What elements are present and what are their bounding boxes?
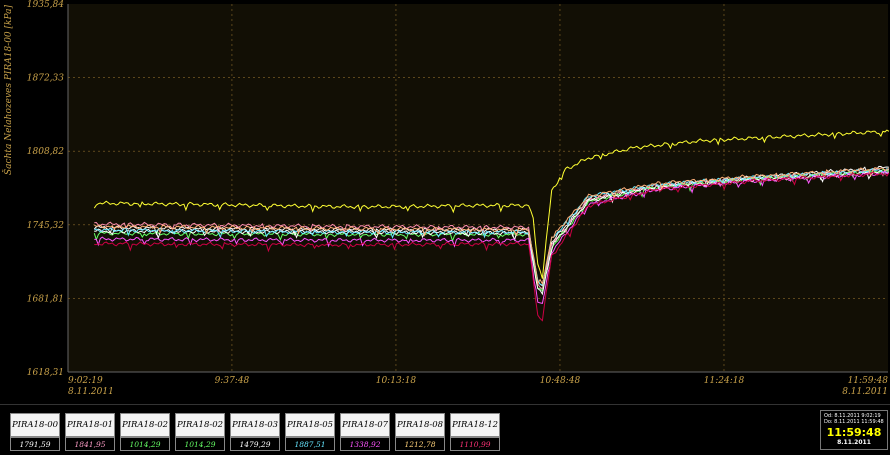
y-tick-label: 1872,33 [27, 74, 64, 84]
legend-series-name: PIRA18-00 [10, 413, 60, 437]
legend-item[interactable]: PIRA18-12 1110,99 [450, 413, 500, 451]
legend-series-value: 1791,59 [10, 437, 60, 451]
time-to: Do: 8.11.2011 11:59:48 [824, 419, 884, 425]
chart-area: 1935,84 1872,33 1808,82 1745,32 1681,81 1618,… [0, 0, 890, 404]
legend-item[interactable]: PIRA18-00 1791,59 [10, 413, 60, 451]
legend-series-name: PIRA18-07 [340, 413, 390, 437]
x-tick-label: 11:59:48 [848, 376, 889, 386]
legend-series-value: 1887,51 [285, 437, 335, 451]
legend-series-name: PIRA18-12 [450, 413, 500, 437]
trend-viewer: 1935,84 1872,33 1808,82 1745,32 1681,81 1618,… [0, 0, 890, 455]
time-range-box: Od: 8.11.2011 9:02:19 Do: 8.11.2011 11:5… [820, 410, 888, 450]
x-tick-label: 10:13:18 [376, 376, 417, 386]
legend-series-name: PIRA18-03 [230, 413, 280, 437]
x-tick-label: 11:24:18 [704, 376, 745, 386]
y-tick-label: 1618,31 [27, 368, 64, 378]
x-tick-date: 8.11.2011 [842, 387, 888, 397]
legend-series-name: PIRA18-05 [285, 413, 335, 437]
legend-series-value: 1338,92 [340, 437, 390, 451]
legend-item[interactable]: PIRA18-07 1338,92 [340, 413, 390, 451]
legend-series-value: 1841,95 [65, 437, 115, 451]
y-tick-label: 1745,32 [27, 221, 64, 231]
current-time: 11:59:48 [826, 426, 882, 439]
y-axis-label: Šachta Nelahozeves PIRA18-00 [kPa] [2, 5, 14, 176]
legend-series-value: 1212,78 [395, 437, 445, 451]
legend-item[interactable]: PIRA18-02 1014,29 [120, 413, 170, 451]
legend-item[interactable]: PIRA18-08 1212,78 [395, 413, 445, 451]
x-tick-date: 8.11.2011 [68, 387, 114, 397]
legend-bar: PIRA18-00 1791,59 PIRA18-01 1841,95 PIRA18-0… [0, 404, 890, 455]
x-tick-label: 9:02:19 [68, 376, 103, 386]
legend-series-name: PIRA18-02 [120, 413, 170, 437]
legend-series-name: PIRA18-01 [65, 413, 115, 437]
pressure-chart[interactable]: 1935,84 1872,33 1808,82 1745,32 1681,81 1618,… [0, 0, 890, 404]
current-date: 8.11.2011 [837, 439, 871, 446]
legend-series-value: 1014,29 [120, 437, 170, 451]
legend-item[interactable]: PIRA18-03 1479,29 [230, 413, 280, 451]
x-tick-label: 10:48:48 [540, 376, 581, 386]
y-tick-label: 1808,82 [27, 147, 64, 157]
legend-item[interactable]: PIRA18-02 1014,29 [175, 413, 225, 451]
legend-series-value: 1479,29 [230, 437, 280, 451]
legend-item[interactable]: PIRA18-01 1841,95 [65, 413, 115, 451]
plot-background [68, 4, 888, 372]
legend-item[interactable]: PIRA18-05 1887,51 [285, 413, 335, 451]
legend-series-value: 1110,99 [450, 437, 500, 451]
legend-series-name: PIRA18-02 [175, 413, 225, 437]
legend-series-name: PIRA18-08 [395, 413, 445, 437]
y-tick-label: 1681,81 [27, 294, 64, 304]
legend-series-value: 1014,29 [175, 437, 225, 451]
x-tick-label: 9:37:48 [215, 376, 250, 386]
y-tick-label: 1935,84 [27, 0, 64, 10]
